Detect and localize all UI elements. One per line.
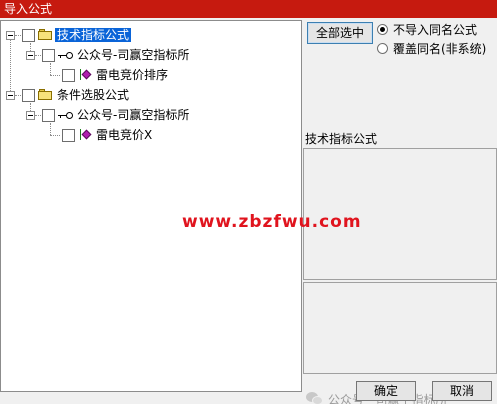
tree-checkbox[interactable] bbox=[62, 129, 75, 142]
key-icon bbox=[58, 51, 74, 61]
title-bar: 导入公式 bbox=[0, 0, 497, 18]
folder-icon bbox=[38, 29, 52, 40]
key-icon bbox=[58, 111, 74, 121]
wechat-icon bbox=[306, 392, 324, 404]
formula-icon bbox=[80, 128, 92, 141]
detail-category-label: 技术指标公式 bbox=[305, 132, 378, 146]
tree-connector bbox=[50, 63, 51, 75]
no-import-radio[interactable] bbox=[377, 24, 388, 35]
tree-node-label[interactable]: 雷电竞价排序 bbox=[96, 68, 168, 82]
folder-icon bbox=[38, 89, 52, 100]
tree-connector bbox=[10, 35, 11, 95]
tree-node-label[interactable]: 雷电竞价X bbox=[96, 128, 152, 142]
tree-connector bbox=[50, 75, 60, 76]
overwrite-label[interactable]: 覆盖同名(非系统) bbox=[393, 42, 486, 56]
tree-connector bbox=[50, 135, 60, 136]
collapse-toggle[interactable] bbox=[26, 111, 35, 120]
tree-checkbox[interactable] bbox=[22, 29, 35, 42]
cancel-button[interactable]: 取消 bbox=[432, 381, 492, 401]
tree-checkbox[interactable] bbox=[42, 49, 55, 62]
formula-tree[interactable]: 技术指标公式 公众号-司赢空指标所 雷电竞价排序 条件选股公式 公众号-司赢空指… bbox=[0, 20, 302, 392]
tree-node-label[interactable]: 条件选股公式 bbox=[57, 88, 129, 102]
tree-checkbox[interactable] bbox=[42, 109, 55, 122]
select-all-button[interactable]: 全部选中 bbox=[307, 22, 373, 44]
formula-icon bbox=[80, 68, 92, 81]
collapse-toggle[interactable] bbox=[6, 31, 15, 40]
tree-connector bbox=[50, 123, 51, 135]
dialog-body: 技术指标公式 公众号-司赢空指标所 雷电竞价排序 条件选股公式 公众号-司赢空指… bbox=[0, 18, 497, 404]
collapse-toggle[interactable] bbox=[6, 91, 15, 100]
tree-node-label[interactable]: 公众号-司赢空指标所 bbox=[77, 48, 189, 62]
tree-node-label[interactable]: 公众号-司赢空指标所 bbox=[77, 108, 189, 122]
site-watermark: www.zbzfwu.com bbox=[182, 212, 362, 232]
ok-button[interactable]: 确定 bbox=[356, 381, 416, 401]
tree-checkbox[interactable] bbox=[62, 69, 75, 82]
collapse-toggle[interactable] bbox=[26, 51, 35, 60]
detail-params-box bbox=[303, 282, 497, 374]
window-title: 导入公式 bbox=[4, 2, 53, 16]
tree-checkbox[interactable] bbox=[22, 89, 35, 102]
no-import-label[interactable]: 不导入同名公式 bbox=[393, 23, 477, 37]
overwrite-radio[interactable] bbox=[377, 43, 388, 54]
tree-node-label[interactable]: 技术指标公式 bbox=[55, 28, 132, 42]
